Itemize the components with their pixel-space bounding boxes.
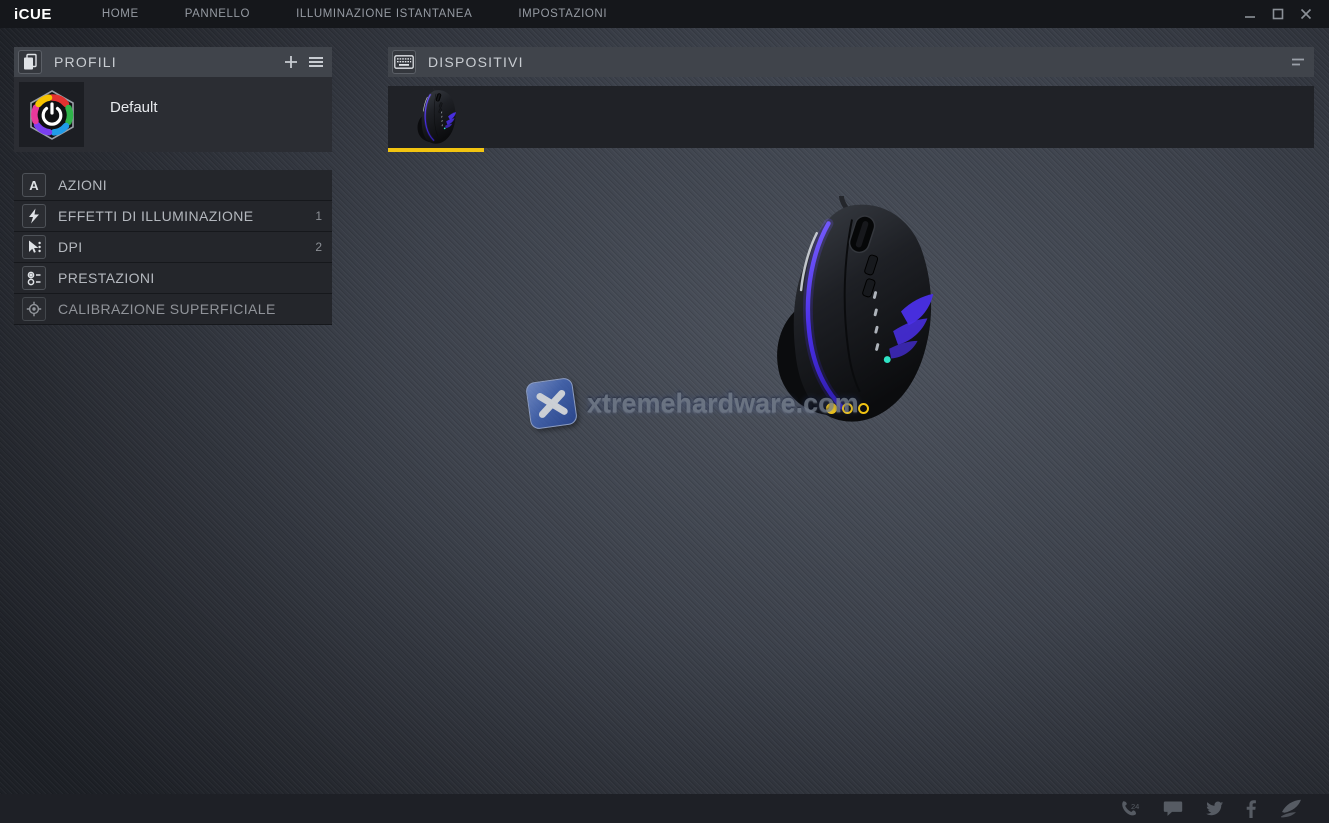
devices-panel-header: DISPOSITIVI — [388, 47, 1314, 77]
maximize-icon — [1272, 8, 1284, 20]
minimize-button[interactable] — [1239, 4, 1261, 24]
main-navigation: HOME PANNELLO ILLUMINAZIONE ISTANTANEA I… — [102, 8, 653, 20]
facebook-icon[interactable] — [1246, 800, 1256, 818]
menu-item-azioni[interactable]: A AZIONI — [14, 170, 332, 201]
window-controls — [1239, 4, 1317, 24]
watermark: xtremehardware.com — [528, 380, 859, 427]
xtremehardware-x-logo — [525, 377, 578, 430]
corsair-sails-icon[interactable] — [1278, 799, 1303, 818]
menu-item-prestazioni[interactable]: PRESTAZIONI — [14, 263, 332, 294]
app-logo: iCUE — [14, 6, 52, 23]
nav-illuminazione-istantanea[interactable]: ILLUMINAZIONE ISTANTANEA — [296, 8, 472, 20]
profiles-panel-header: PROFILI — [14, 47, 332, 77]
stacked-pages-icon — [18, 50, 42, 74]
close-icon — [1300, 8, 1312, 20]
support-24-icon[interactable]: 24 — [1120, 800, 1141, 818]
icue-hex-logo-icon — [19, 82, 84, 147]
close-button[interactable] — [1295, 4, 1317, 24]
main-canvas: PROFILI — [0, 28, 1329, 794]
minimize-icon — [1244, 8, 1256, 20]
cursor-dpi-icon — [22, 235, 46, 259]
hamburger-icon — [308, 55, 324, 69]
bottom-bar: 24 — [0, 794, 1329, 823]
nav-pannello[interactable]: PANNELLO — [185, 8, 250, 20]
keyboard-icon — [392, 50, 416, 74]
target-icon — [22, 297, 46, 321]
device-tab-corsair-glaive-mouse[interactable] — [388, 86, 484, 148]
profile-name: Default — [110, 99, 158, 152]
menu-item-calibrazione-superficiale[interactable]: CALIBRAZIONE SUPERFICIALE — [14, 294, 332, 325]
sliders-icon — [22, 266, 46, 290]
device-tabstrip — [388, 86, 1314, 148]
devices-panel-title: DISPOSITIVI — [428, 54, 524, 70]
watermark-text: xtremehardware.com — [587, 388, 859, 419]
chat-icon[interactable] — [1163, 800, 1183, 817]
devices-filter-button[interactable] — [1290, 56, 1306, 68]
plus-icon — [284, 55, 298, 69]
maximize-button[interactable] — [1267, 4, 1289, 24]
add-profile-button[interactable] — [284, 55, 298, 69]
profiles-panel-title: PROFILI — [54, 54, 117, 70]
svg-text:24: 24 — [1131, 802, 1139, 811]
lightning-icon — [22, 204, 46, 228]
nav-impostazioni[interactable]: IMPOSTAZIONI — [518, 8, 607, 20]
icue-window: iCUE HOME PANNELLO ILLUMINAZIONE ISTANTA… — [0, 0, 1329, 823]
letter-a-icon: A — [22, 173, 46, 197]
profiles-menu-button[interactable] — [308, 55, 324, 69]
menu-item-dpi[interactable]: DPI 2 — [14, 232, 332, 263]
menu-badge: 2 — [315, 240, 322, 254]
nav-home[interactable]: HOME — [102, 8, 139, 20]
top-menu-bar: iCUE HOME PANNELLO ILLUMINAZIONE ISTANTA… — [0, 0, 1329, 28]
profile-row-default[interactable]: Default — [14, 77, 332, 152]
twitter-icon[interactable] — [1205, 801, 1224, 817]
filter-menu-icon — [1290, 56, 1306, 68]
profile-settings-menu: A AZIONI EFFETTI DI ILLUMINAZIONE 1 — [14, 170, 332, 325]
menu-item-effetti-di-illuminazione[interactable]: EFFETTI DI ILLUMINAZIONE 1 — [14, 201, 332, 232]
active-tab-indicator — [388, 148, 484, 152]
pagination-dot-3[interactable] — [858, 403, 869, 414]
mouse-thumbnail — [411, 88, 461, 146]
menu-badge: 1 — [315, 209, 322, 223]
